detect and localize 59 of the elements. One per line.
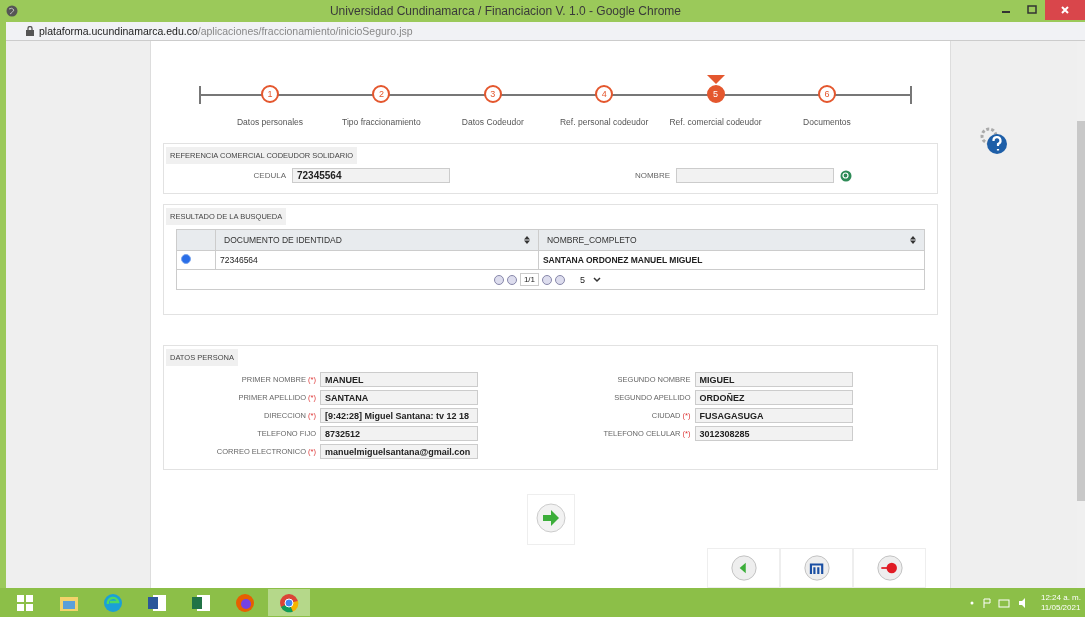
exit-button[interactable] bbox=[853, 548, 926, 588]
table-cell: SANTANA ORDONEZ MANUEL MIGUEL bbox=[538, 250, 925, 270]
url-text: plataforma.ucundinamarca.edu.co/aplicaciones/fraccionamiento/inicioSeguro.jsp bbox=[39, 25, 413, 37]
step-label: Ref. personal codeudor bbox=[560, 117, 649, 127]
step-number[interactable]: 4 bbox=[595, 85, 614, 103]
windows-logo-icon bbox=[17, 594, 33, 611]
field-label: CEDULA bbox=[252, 171, 286, 180]
column-header[interactable]: DOCUMENTO DE IDENTIDAD bbox=[215, 229, 539, 251]
text-field[interactable]: MANUEL bbox=[320, 372, 478, 387]
text-field[interactable]: [9:42:28] Miguel Santana: tv 12 18 bbox=[320, 408, 478, 423]
column-header[interactable]: NOMBRE_COMPLETO bbox=[538, 229, 925, 251]
sort-icon[interactable] bbox=[910, 236, 916, 244]
step-number[interactable]: 1 bbox=[261, 85, 279, 103]
step-number[interactable]: 2 bbox=[372, 85, 391, 103]
step-number[interactable]: 3 bbox=[483, 85, 502, 103]
last-page-button[interactable] bbox=[555, 274, 566, 285]
close-icon bbox=[1060, 5, 1070, 15]
help-icon[interactable] bbox=[979, 126, 1009, 156]
text-field[interactable]: SANTANA bbox=[320, 390, 478, 405]
close-button[interactable] bbox=[1045, 0, 1085, 20]
field-label: NOMBRE bbox=[633, 171, 670, 180]
globe-icon bbox=[6, 5, 18, 17]
chrome-icon[interactable] bbox=[268, 589, 310, 616]
step-label: Ref. comercial codeudor bbox=[669, 117, 762, 127]
address-bar[interactable]: plataforma.ucundinamarca.edu.co/aplicaciones/fraccionamiento/inicioSeguro.jsp bbox=[6, 22, 1085, 41]
rows-per-page-dropdown[interactable]: 5 bbox=[574, 274, 608, 285]
table-cell: 72346564 bbox=[215, 250, 539, 270]
step-label: Datos Codeudor bbox=[461, 117, 524, 127]
text-field[interactable]: MIGUEL bbox=[694, 372, 853, 387]
scrollbar[interactable] bbox=[1077, 41, 1085, 588]
first-page-button[interactable] bbox=[493, 274, 504, 285]
page-report: 1/1 bbox=[519, 273, 540, 286]
text-field[interactable]: 3012308285 bbox=[694, 426, 853, 441]
next-button[interactable] bbox=[526, 494, 575, 545]
window-title: Universidad Cundinamarca / Financiacion V. 1.0 - Google Chrome bbox=[328, 4, 683, 18]
current-step-pointer-icon bbox=[706, 75, 725, 84]
menu-button[interactable] bbox=[780, 548, 853, 588]
step-label: Datos personales bbox=[236, 117, 304, 127]
text-field[interactable]: 8732512 bbox=[320, 426, 478, 441]
letter-m-logo-icon bbox=[803, 555, 830, 581]
sort-icon[interactable] bbox=[523, 236, 530, 244]
exit-icon bbox=[876, 555, 903, 581]
row-radio[interactable] bbox=[181, 254, 191, 264]
clock-time: 12:24 a. m. bbox=[1040, 592, 1081, 603]
step-label: Tipo fraccionamiento bbox=[342, 117, 421, 127]
text-field[interactable]: ORDOÑEZ bbox=[694, 390, 853, 405]
previous-page-button[interactable] bbox=[506, 274, 517, 285]
next-page-button[interactable] bbox=[542, 274, 553, 285]
nombre-field[interactable] bbox=[676, 168, 834, 183]
lock-icon bbox=[26, 26, 34, 36]
text-field[interactable]: FUSAGASUGA bbox=[694, 408, 853, 423]
cedula-field[interactable]: 72345564 bbox=[292, 168, 450, 183]
clock-date: 11/05/2021 bbox=[1040, 602, 1081, 613]
text-field[interactable]: manuelmiguelsantana@gmail.con bbox=[320, 444, 478, 459]
step-number[interactable]: 6 bbox=[817, 85, 836, 103]
maximize-icon bbox=[1027, 5, 1037, 15]
search-icon[interactable] bbox=[840, 169, 852, 182]
caret-icon bbox=[593, 276, 602, 283]
step-label: Documentos bbox=[803, 117, 851, 127]
